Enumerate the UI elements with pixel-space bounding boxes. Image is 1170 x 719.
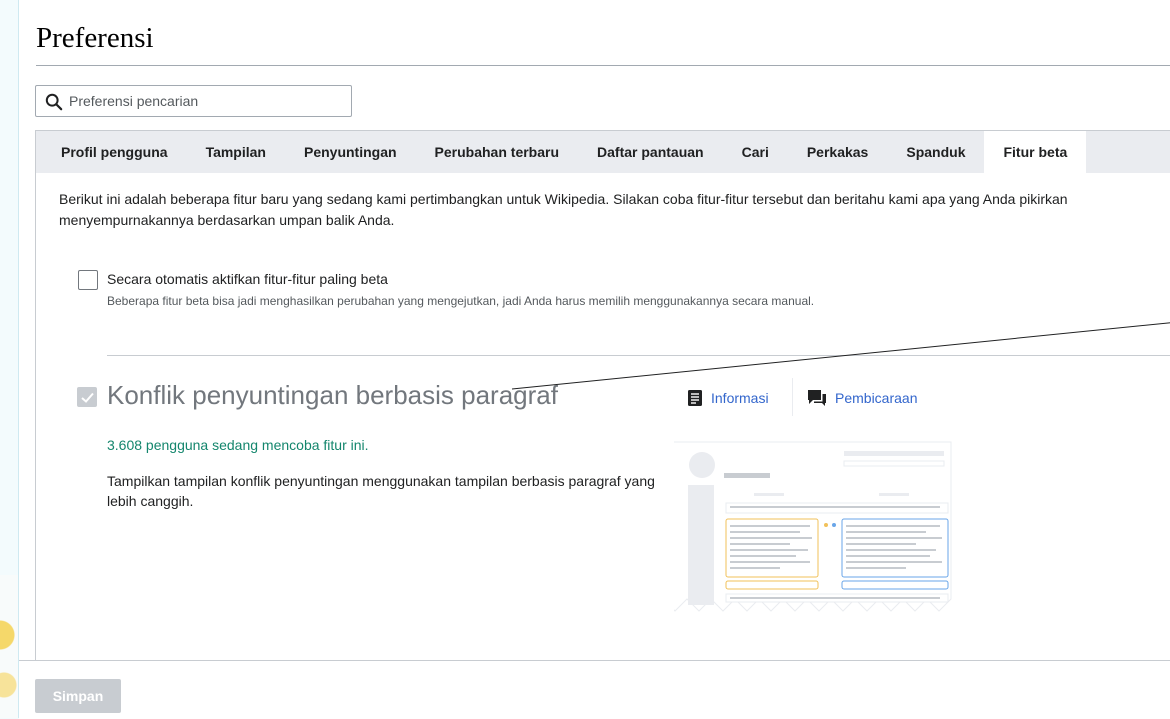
title-divider <box>36 65 1170 66</box>
save-button[interactable]: Simpan <box>35 679 121 713</box>
search-input[interactable] <box>69 91 339 111</box>
feature-user-count: 3.608 pengguna sedang mencoba fitur ini. <box>107 437 369 453</box>
background-decoration <box>0 575 18 718</box>
save-bar: Simpan <box>19 660 1170 719</box>
preferences-panel: Profil pengguna Tampilan Penyuntingan Pe… <box>35 130 1170 660</box>
annotation-arrow <box>511 322 1170 390</box>
feature-description: Tampilkan tampilan konflik penyuntingan … <box>107 473 655 509</box>
search-icon <box>45 93 63 111</box>
preferences-search[interactable] <box>35 85 352 117</box>
feature-screenshot <box>674 441 952 612</box>
preferences-page: Preferensi Profil pengguna Tampilan Peny… <box>18 0 1170 719</box>
page-title: Preferensi <box>36 22 154 54</box>
